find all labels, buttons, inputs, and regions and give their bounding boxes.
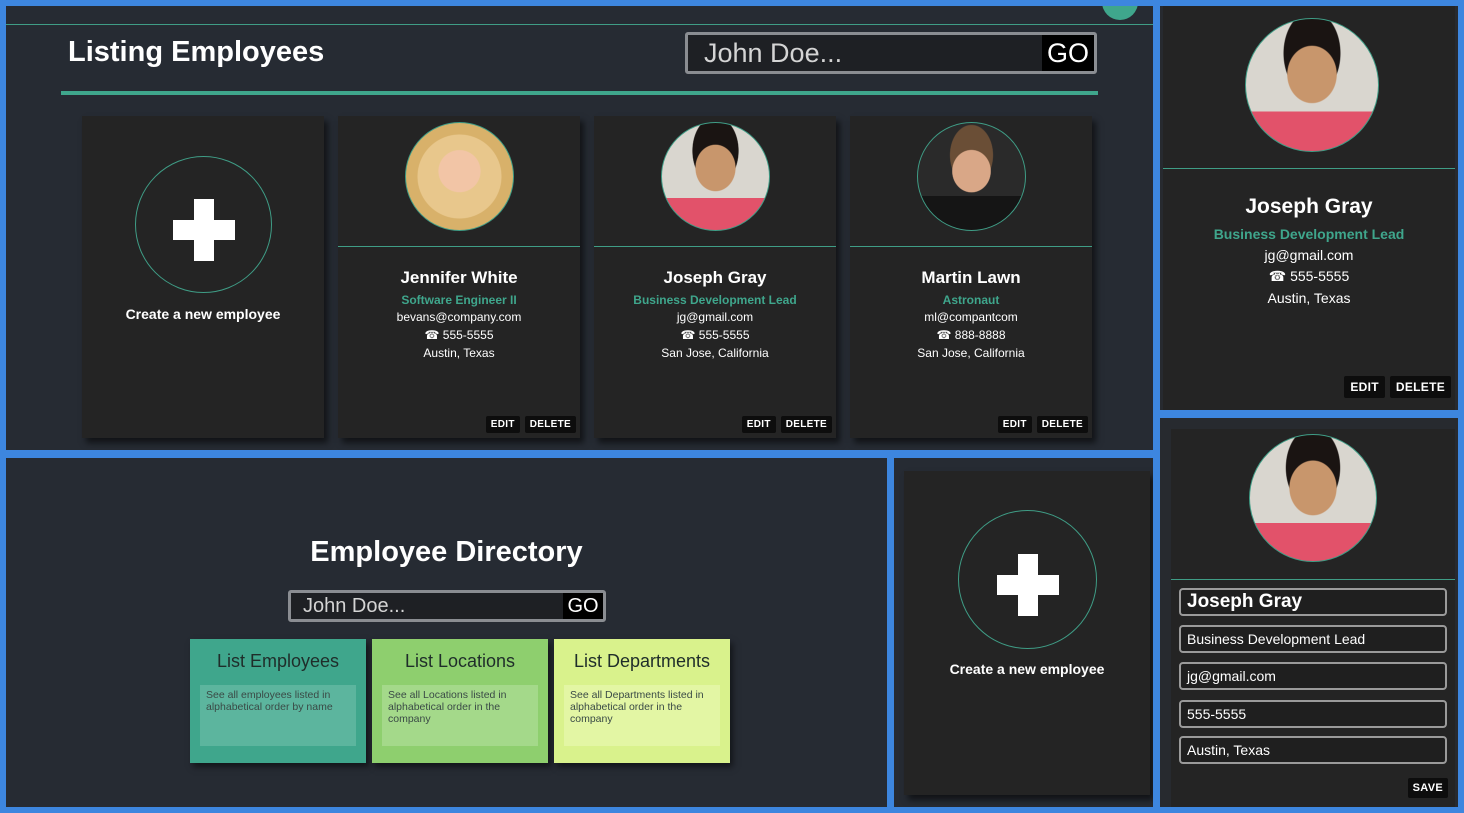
edit-button[interactable]: EDIT [485,416,520,433]
create-employee-card[interactable]: Create a new employee [82,116,324,438]
list-departments-tile[interactable]: List Departments See all Departments lis… [554,639,730,763]
delete-button[interactable]: DELETE [1036,416,1088,433]
card-actions: EDIT DELETE [997,416,1088,433]
delete-button[interactable]: DELETE [780,416,832,433]
search-bar: John Doe... GO [685,32,1097,74]
list-employees-tile[interactable]: List Employees See all employees listed … [190,639,366,763]
tile-description: See all employees listed in alphabetical… [200,685,356,746]
employee-phone: ☎ 888-8888 [936,328,1006,342]
employee-card: Jennifer White Software Engineer II beva… [338,116,580,438]
employee-email: ml@compantcom [924,310,1018,324]
page-title: Listing Employees [68,36,325,68]
employee-name: Jennifer White [400,268,518,287]
email-field[interactable]: jg@gmail.com [1179,662,1447,690]
add-employee-circle[interactable] [958,510,1097,649]
employee-location: Austin, Texas [1267,290,1351,306]
listing-panel: Listing Employees John Doe... GO Create … [6,6,1153,450]
employee-location: San Jose, California [661,346,769,360]
directory-panel: Employee Directory John Doe... GO List E… [6,458,887,807]
employee-photo [1245,18,1379,152]
employee-title: Business Development Lead [633,293,797,307]
employee-title: Astronaut [942,293,1000,307]
save-button[interactable]: SAVE [1407,778,1448,798]
edit-button[interactable]: EDIT [741,416,776,433]
create-employee-label: Create a new employee [125,306,281,322]
employee-phone: ☎ 555-5555 [424,328,494,342]
card-actions: EDIT DELETE [1344,376,1451,398]
employee-email: jg@gmail.com [1264,247,1354,263]
tile-title: List Locations [404,651,516,671]
create-employee-card[interactable]: Create a new employee [904,471,1150,795]
directory-search-bar: John Doe... GO [288,590,606,622]
plus-icon-bar [997,575,1059,595]
employee-card: Joseph Gray Business Development Lead jg… [594,116,836,438]
employee-location: San Jose, California [917,346,1025,360]
employee-phone: ☎ 555-5555 [1268,268,1350,284]
card-divider [850,246,1092,247]
edit-employee-panel: Joseph Gray Business Development Lead jg… [1160,418,1458,807]
card-divider [338,246,580,247]
employee-title: Business Development Lead [1213,226,1405,242]
plus-icon-bar [173,220,235,240]
employee-name: Joseph Gray [1245,195,1373,218]
title-field[interactable]: Business Development Lead [1179,625,1447,653]
employee-title: Software Engineer II [401,293,517,307]
list-locations-tile[interactable]: List Locations See all Locations listed … [372,639,548,763]
employee-detail-panel: Joseph Gray Business Development Lead jg… [1160,6,1458,410]
search-go-button[interactable]: GO [1042,35,1094,71]
employee-photo [661,122,770,231]
delete-button[interactable]: DELETE [1389,376,1451,398]
search-input[interactable]: John Doe... [688,35,1042,71]
phone-field[interactable]: 555-5555 [1179,700,1447,728]
location-field[interactable]: Austin, Texas [1179,736,1447,764]
tile-title: List Employees [216,651,340,671]
card-actions: EDIT DELETE [485,416,576,433]
search-input[interactable]: John Doe... [291,593,563,619]
top-divider [6,24,1153,25]
create-panel: Create a new employee [894,458,1153,807]
create-employee-label: Create a new employee [949,661,1105,677]
employee-name: Joseph Gray [663,268,767,287]
employee-photo [1249,434,1377,562]
employee-email: jg@gmail.com [676,310,754,324]
employee-name: Martin Lawn [921,268,1021,287]
directory-title: Employee Directory [310,536,583,568]
delete-button[interactable]: DELETE [524,416,576,433]
employee-detail-card: Joseph Gray Business Development Lead jg… [1163,6,1455,410]
tile-description: See all Departments listed in alphabetic… [564,685,720,746]
employee-email: bevans@company.com [396,310,522,324]
employee-card: Martin Lawn Astronaut ml@compantcom ☎ 88… [850,116,1092,438]
tile-description: See all Locations listed in alphabetical… [382,685,538,746]
employee-phone: ☎ 555-5555 [680,328,750,342]
tile-title: List Departments [573,651,711,671]
employee-photo [917,122,1026,231]
employee-location: Austin, Texas [423,346,495,360]
edit-button[interactable]: EDIT [997,416,1032,433]
header-accent-bar [61,91,1098,95]
name-field[interactable]: Joseph Gray [1179,588,1447,616]
add-employee-circle[interactable] [135,156,272,293]
card-divider [1163,168,1455,169]
card-divider [594,246,836,247]
edit-button[interactable]: EDIT [1344,376,1385,398]
card-divider [1171,579,1455,580]
search-go-button[interactable]: GO [563,593,603,619]
card-actions: EDIT DELETE [741,416,832,433]
user-avatar[interactable] [1102,6,1138,20]
form-actions: SAVE [1407,778,1448,798]
employee-photo [405,122,514,231]
